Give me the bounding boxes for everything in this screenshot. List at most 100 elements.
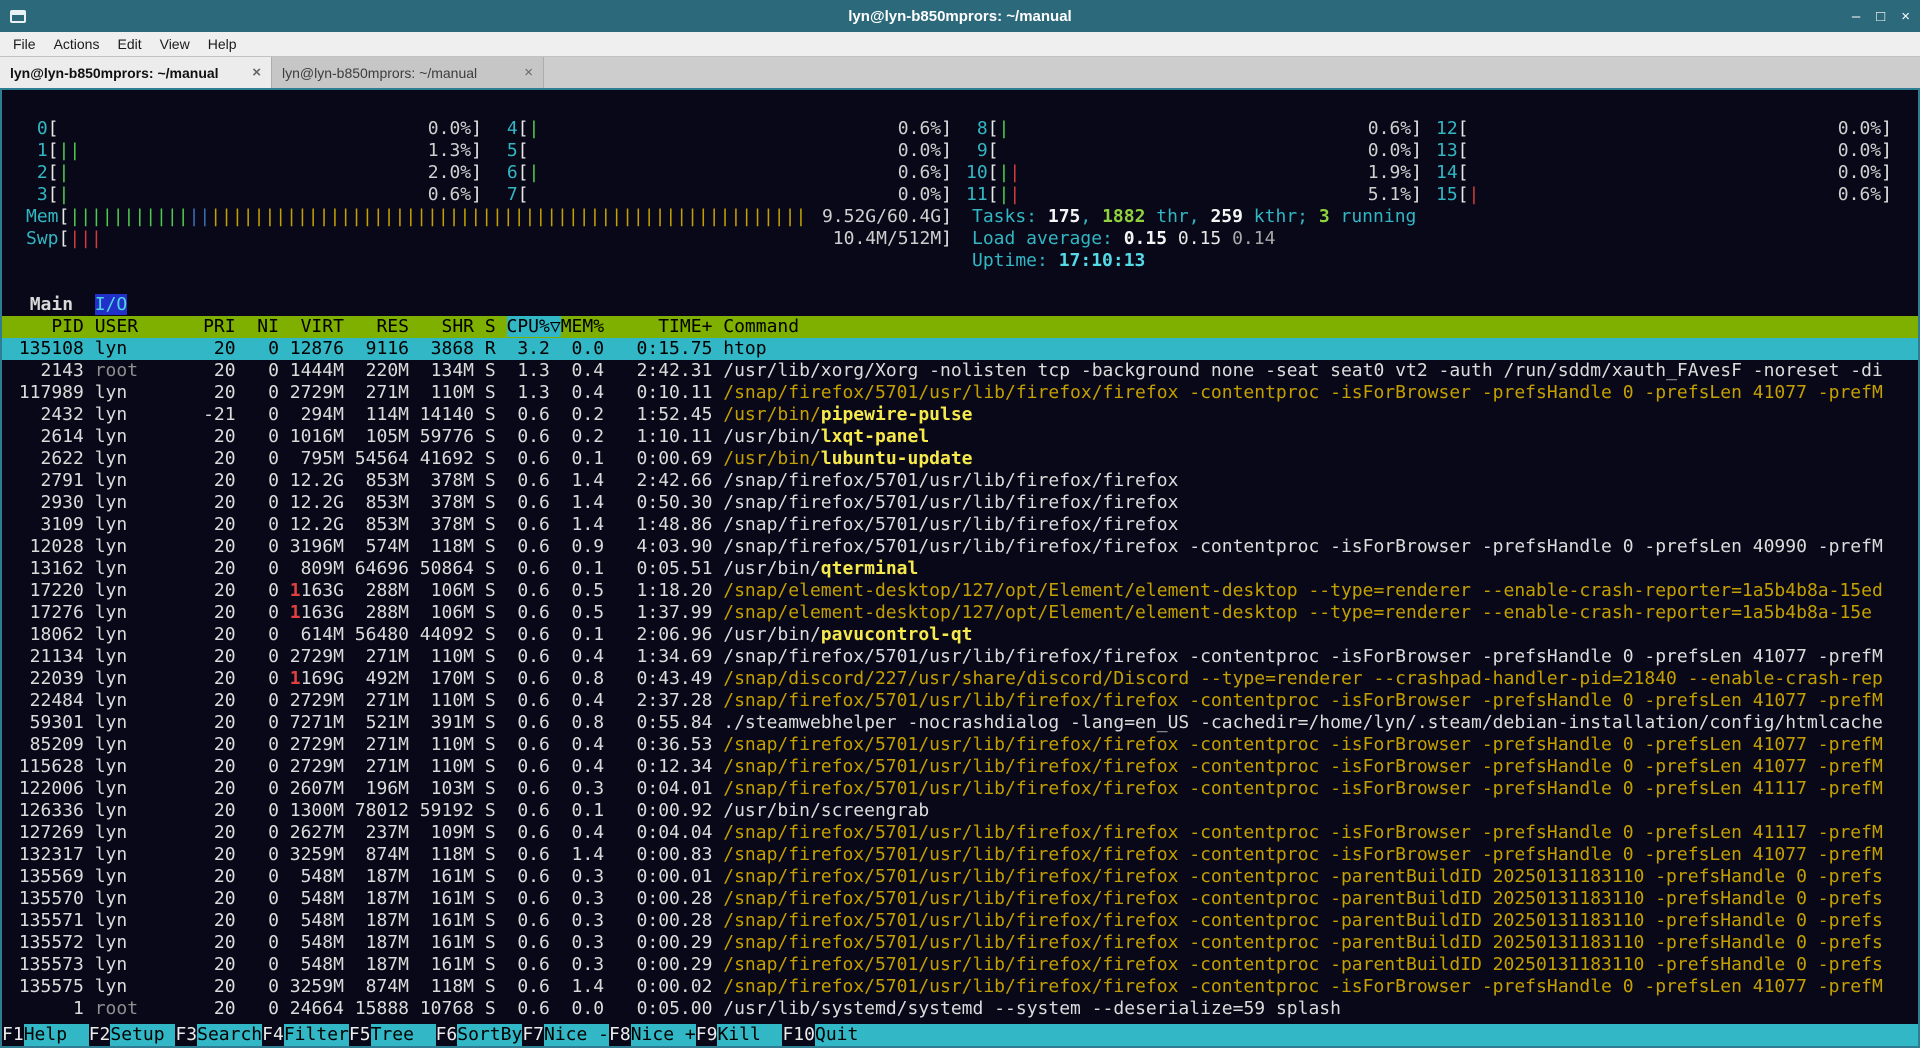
tab-close-icon[interactable]: × bbox=[524, 64, 533, 81]
cpu-meter-9: 9[0.0%] bbox=[966, 140, 1422, 162]
htop-meters: 0[0.0%] 4[|0.6%] 8[|0.6%] 12[0.0%] 1[||1.3%]… bbox=[2, 90, 1918, 272]
memory-meter: Mem[||||||||||||||||||||||||||||||||||||… bbox=[26, 206, 952, 228]
tab-close-icon[interactable]: × bbox=[252, 64, 261, 81]
cpu-meter-6: 6[|0.6%] bbox=[496, 162, 952, 184]
terminal-window: lyn@lyn-b850mprors: ~/manual – □ × File … bbox=[0, 0, 1920, 1048]
bracket: ] bbox=[941, 206, 952, 228]
fkey-f4[interactable]: F4Filter bbox=[262, 1024, 349, 1046]
menu-help[interactable]: Help bbox=[199, 33, 246, 55]
memory-meter-bars: ||||||||||||||||||||||||||||||||||||||||… bbox=[69, 206, 806, 228]
process-row[interactable]: 18062 lyn 20 0 614M 56480 44092 S 0.6 0.… bbox=[2, 624, 1918, 646]
fkey-f6[interactable]: F6SortBy bbox=[436, 1024, 523, 1046]
process-table: 135108 lyn 20 0 12876 9116 3868 R 3.2 0.… bbox=[2, 338, 1918, 1024]
process-row[interactable]: 2143 root 20 0 1444M 220M 134M S 1.3 0.4… bbox=[2, 360, 1918, 382]
memory-meter-label: Mem bbox=[26, 206, 59, 228]
swap-meter-value: 10.4M/512M bbox=[829, 228, 941, 250]
tasks-summary: Tasks: 175, 1882 thr, 259 kthr; 3 runnin… bbox=[966, 206, 1892, 228]
process-row-selected[interactable]: 135108 lyn 20 0 12876 9116 3868 R 3.2 0.… bbox=[2, 338, 1918, 360]
terminal-viewport[interactable]: 0[0.0%] 4[|0.6%] 8[|0.6%] 12[0.0%] 1[||1.3%]… bbox=[0, 88, 1920, 1048]
menu-view[interactable]: View bbox=[151, 33, 199, 55]
minimize-button[interactable]: – bbox=[1852, 9, 1860, 24]
uptime: Uptime: 17:10:13 bbox=[966, 250, 1892, 272]
cpu-meter-3: 3[|0.6%] bbox=[26, 184, 482, 206]
function-key-bar: F1Help F2Setup F3SearchF4FilterF5Tree F6… bbox=[2, 1024, 1918, 1046]
spacer bbox=[26, 250, 952, 272]
cpu-meter-2: 2[|2.0%] bbox=[26, 162, 482, 184]
process-row[interactable]: 59301 lyn 20 0 7271M 521M 391M S 0.6 0.8… bbox=[2, 712, 1918, 734]
swap-meter-bars: ||| bbox=[69, 228, 102, 250]
process-row[interactable]: 13162 lyn 20 0 809M 64696 50864 S 0.6 0.… bbox=[2, 558, 1918, 580]
htop-screen-tabs[interactable]: Main I/O bbox=[2, 294, 1918, 316]
cpu-meter-14: 14[0.0%] bbox=[1436, 162, 1892, 184]
process-row[interactable]: 17276 lyn 20 0 1163G 288M 106M S 0.6 0.5… bbox=[2, 602, 1918, 624]
fkey-f8[interactable]: F8Nice + bbox=[609, 1024, 696, 1046]
cpu-meter-4: 4[|0.6%] bbox=[496, 118, 952, 140]
process-row[interactable]: 126336 lyn 20 0 1300M 78012 59192 S 0.6 … bbox=[2, 800, 1918, 822]
cpu-meter-5: 5[0.0%] bbox=[496, 140, 952, 162]
process-row[interactable]: 135569 lyn 20 0 548M 187M 161M S 0.6 0.3… bbox=[2, 866, 1918, 888]
process-row[interactable]: 17220 lyn 20 0 1163G 288M 106M S 0.6 0.5… bbox=[2, 580, 1918, 602]
bracket: ] bbox=[941, 228, 952, 250]
menu-edit[interactable]: Edit bbox=[108, 33, 150, 55]
process-row[interactable]: 2930 lyn 20 0 12.2G 853M 378M S 0.6 1.4 … bbox=[2, 492, 1918, 514]
fkey-f2[interactable]: F2Setup bbox=[89, 1024, 176, 1046]
terminal-tab-1[interactable]: lyn@lyn-b850mprors: ~/manual × bbox=[0, 57, 272, 88]
cpu-meter-8: 8[|0.6%] bbox=[966, 118, 1422, 140]
process-row[interactable]: 2791 lyn 20 0 12.2G 853M 378M S 0.6 1.4 … bbox=[2, 470, 1918, 492]
menu-actions[interactable]: Actions bbox=[45, 33, 109, 55]
bracket: [ bbox=[59, 228, 70, 250]
process-row[interactable]: 132317 lyn 20 0 3259M 874M 118M S 0.6 1.… bbox=[2, 844, 1918, 866]
tab-label: lyn@lyn-b850mprors: ~/manual bbox=[282, 65, 516, 81]
terminal-tab-2[interactable]: lyn@lyn-b850mprors: ~/manual × bbox=[272, 57, 544, 88]
maximize-button[interactable]: □ bbox=[1876, 9, 1885, 24]
process-row[interactable]: 22484 lyn 20 0 2729M 271M 110M S 0.6 0.4… bbox=[2, 690, 1918, 712]
tab-bar: lyn@lyn-b850mprors: ~/manual × lyn@lyn-b… bbox=[0, 56, 1920, 88]
tab-label: lyn@lyn-b850mprors: ~/manual bbox=[10, 65, 244, 81]
process-row[interactable]: 21134 lyn 20 0 2729M 271M 110M S 0.6 0.4… bbox=[2, 646, 1918, 668]
process-row[interactable]: 127269 lyn 20 0 2627M 237M 109M S 0.6 0.… bbox=[2, 822, 1918, 844]
process-row[interactable]: 2614 lyn 20 0 1016M 105M 59776 S 0.6 0.2… bbox=[2, 426, 1918, 448]
cpu-meter-1: 1[||1.3%] bbox=[26, 140, 482, 162]
title-bar: lyn@lyn-b850mprors: ~/manual – □ × bbox=[0, 0, 1920, 32]
process-table-header[interactable]: PID USER PRI NI VIRT RES SHR S CPU%▽MEM%… bbox=[2, 316, 1918, 338]
process-row[interactable]: 122006 lyn 20 0 2607M 196M 103M S 0.6 0.… bbox=[2, 778, 1918, 800]
fkey-f7[interactable]: F7Nice - bbox=[522, 1024, 609, 1046]
process-row[interactable]: 135575 lyn 20 0 3259M 874M 118M S 0.6 1.… bbox=[2, 976, 1918, 998]
function-bar-filler bbox=[880, 1024, 1918, 1046]
bracket: [ bbox=[59, 206, 70, 228]
process-row[interactable]: 22039 lyn 20 0 1169G 492M 170M S 0.6 0.8… bbox=[2, 668, 1918, 690]
fkey-f5[interactable]: F5Tree bbox=[349, 1024, 436, 1046]
cpu-meter-13: 13[0.0%] bbox=[1436, 140, 1892, 162]
fkey-f10[interactable]: F10Quit bbox=[782, 1024, 880, 1046]
process-row[interactable]: 135573 lyn 20 0 548M 187M 161M S 0.6 0.3… bbox=[2, 954, 1918, 976]
cpu-meter-11: 11[||5.1%] bbox=[966, 184, 1422, 206]
process-row[interactable]: 115628 lyn 20 0 2729M 271M 110M S 0.6 0.… bbox=[2, 756, 1918, 778]
menu-file[interactable]: File bbox=[4, 33, 45, 55]
swap-meter: Swp[||| 10.4M/512M] bbox=[26, 228, 952, 250]
memory-meter-value: 9.52G/60.4G bbox=[818, 206, 941, 228]
process-row[interactable]: 135572 lyn 20 0 548M 187M 161M S 0.6 0.3… bbox=[2, 932, 1918, 954]
process-row[interactable]: 3109 lyn 20 0 12.2G 853M 378M S 0.6 1.4 … bbox=[2, 514, 1918, 536]
swap-meter-label: Swp bbox=[26, 228, 59, 250]
load-average: Load average: 0.15 0.15 0.14 bbox=[966, 228, 1892, 250]
window-title: lyn@lyn-b850mprors: ~/manual bbox=[0, 8, 1920, 25]
close-button[interactable]: × bbox=[1901, 9, 1910, 24]
process-row[interactable]: 1 root 20 0 24664 15888 10768 S 0.6 0.0 … bbox=[2, 998, 1918, 1020]
cpu-meter-7: 7[0.0%] bbox=[496, 184, 952, 206]
cpu-meter-0: 0[0.0%] bbox=[26, 118, 482, 140]
cpu-meter-10: 10[||1.9%] bbox=[966, 162, 1422, 184]
cpu-meter-12: 12[0.0%] bbox=[1436, 118, 1892, 140]
process-row[interactable]: 135570 lyn 20 0 548M 187M 161M S 0.6 0.3… bbox=[2, 888, 1918, 910]
blank-line bbox=[2, 272, 1918, 294]
fkey-f1[interactable]: F1Help bbox=[2, 1024, 89, 1046]
process-row[interactable]: 117989 lyn 20 0 2729M 271M 110M S 1.3 0.… bbox=[2, 382, 1918, 404]
process-row[interactable]: 135571 lyn 20 0 548M 187M 161M S 0.6 0.3… bbox=[2, 910, 1918, 932]
process-row[interactable]: 12028 lyn 20 0 3196M 574M 118M S 0.6 0.9… bbox=[2, 536, 1918, 558]
process-row[interactable]: 85209 lyn 20 0 2729M 271M 110M S 0.6 0.4… bbox=[2, 734, 1918, 756]
fkey-f9[interactable]: F9Kill bbox=[696, 1024, 783, 1046]
process-row[interactable]: 2622 lyn 20 0 795M 54564 41692 S 0.6 0.1… bbox=[2, 448, 1918, 470]
fkey-f3[interactable]: F3Search bbox=[175, 1024, 262, 1046]
process-row[interactable]: 2432 lyn -21 0 294M 114M 14140 S 0.6 0.2… bbox=[2, 404, 1918, 426]
menu-bar: File Actions Edit View Help bbox=[0, 32, 1920, 56]
window-icon bbox=[10, 10, 26, 23]
